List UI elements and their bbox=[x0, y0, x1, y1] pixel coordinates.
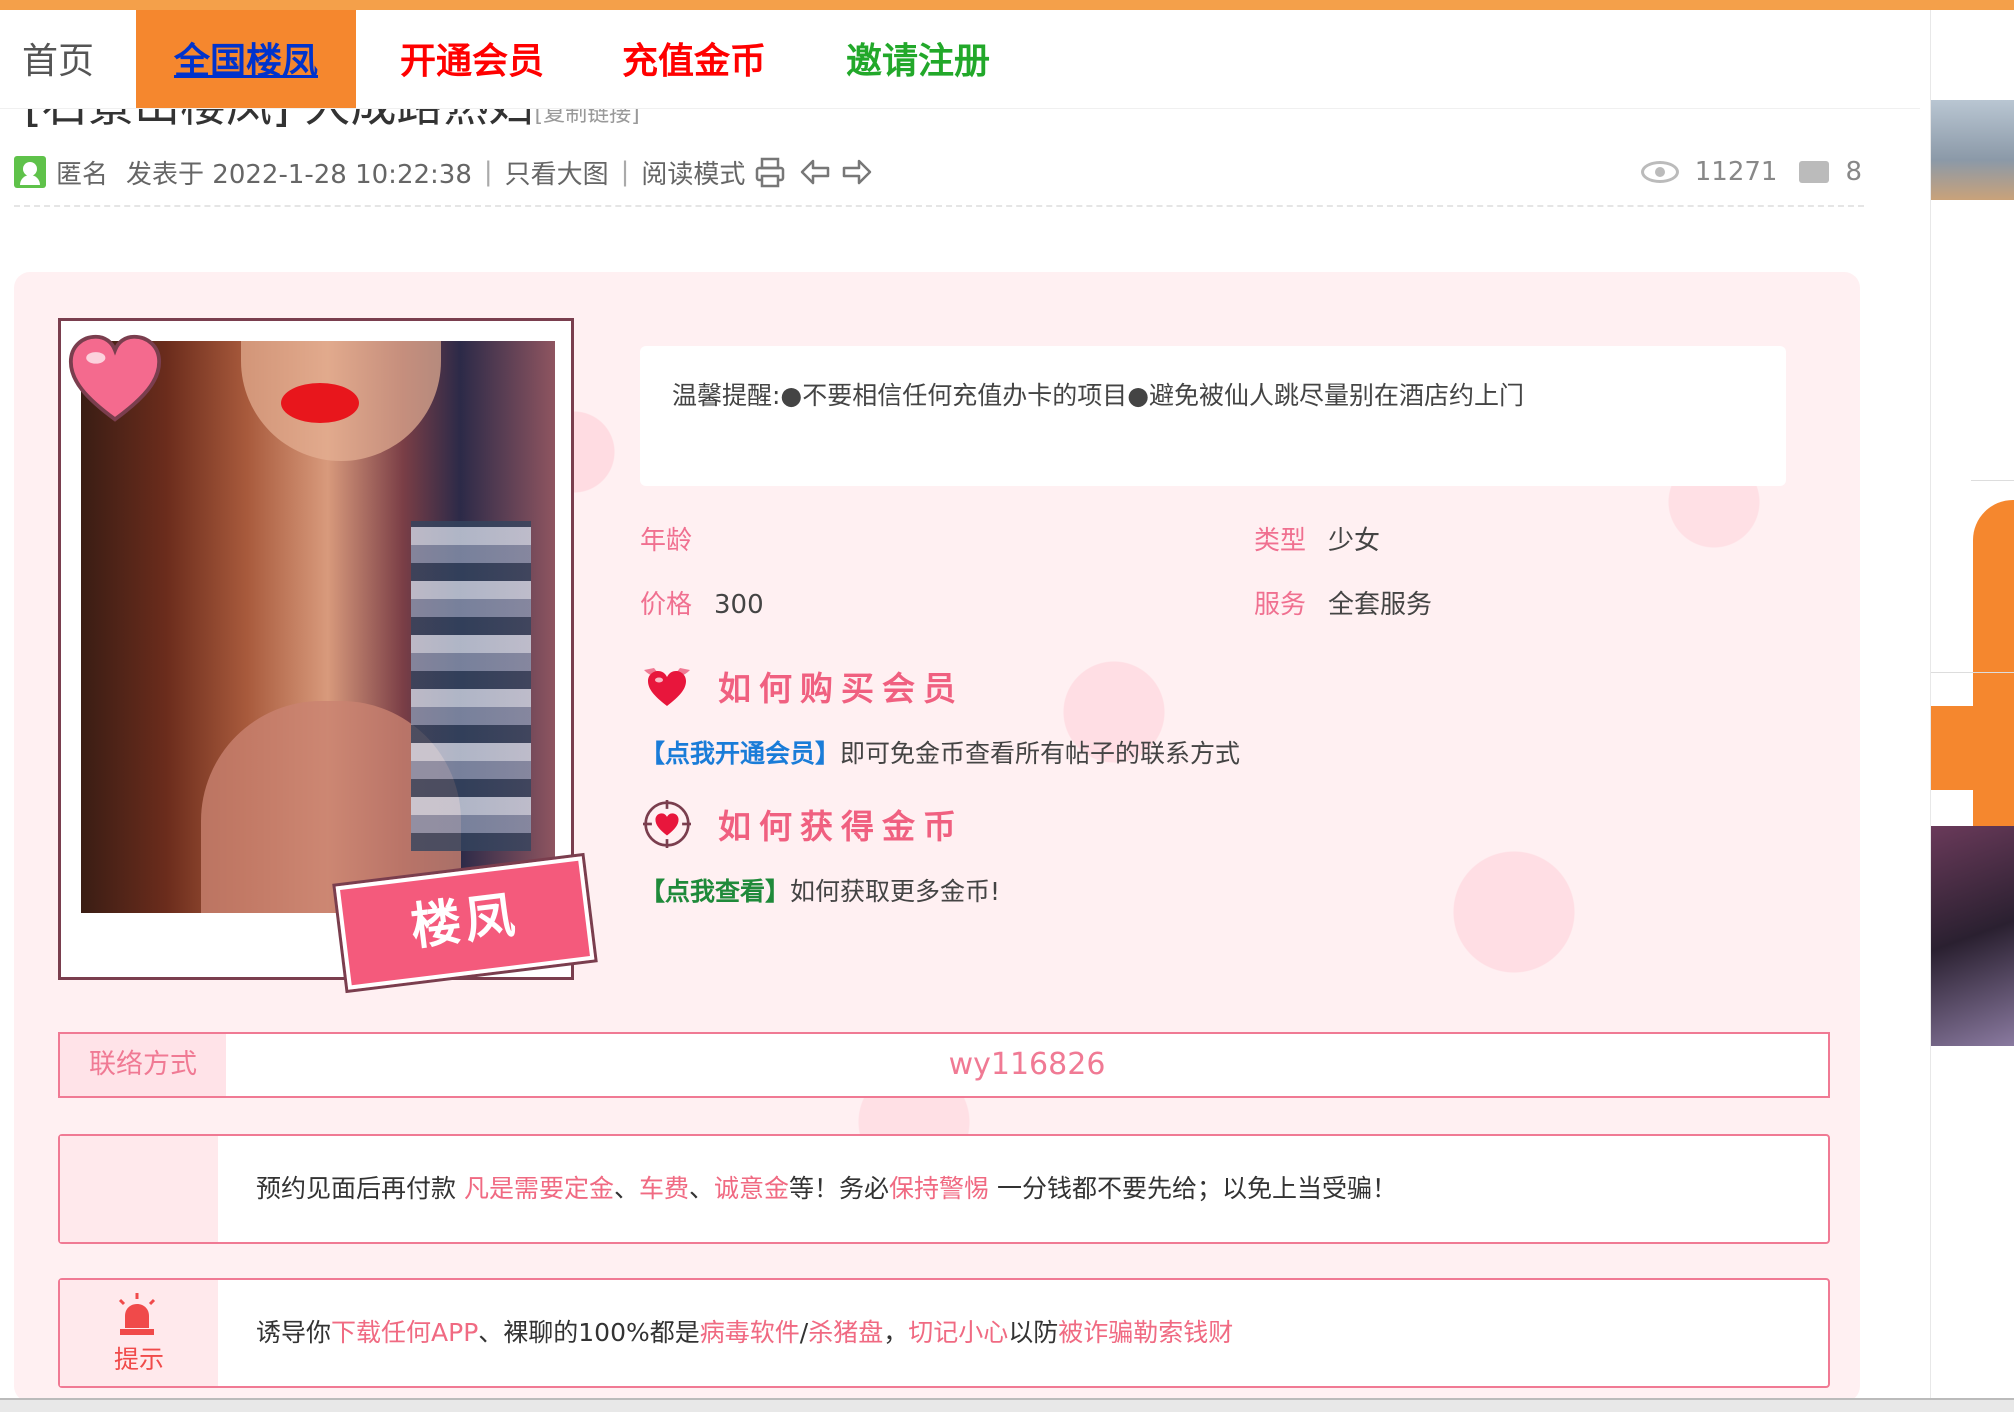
price-field: 价格 300 bbox=[640, 584, 764, 621]
avatar-icon[interactable] bbox=[14, 156, 46, 188]
warning-part: ， bbox=[883, 1318, 909, 1347]
post-content-card: 楼凤 温馨提醒:●不要相信任何充值办卡的项目●避免被仙人跳尽量别在酒店约上门 年… bbox=[14, 272, 1860, 1402]
membership-line: 【点我开通会员】即可免金币查看所有帖子的联系方式 bbox=[640, 734, 1240, 770]
notice-tag: 提示 bbox=[113, 1345, 164, 1374]
reminder-box: 温馨提醒:●不要相信任何充值办卡的项目●避免被仙人跳尽量别在酒店约上门 bbox=[640, 346, 1786, 486]
contact-value[interactable]: wy116826 bbox=[226, 1034, 1828, 1096]
price-value: 300 bbox=[714, 590, 764, 620]
warning-highlight: 杀猪盘 bbox=[808, 1318, 884, 1347]
previous-thread-icon[interactable] bbox=[799, 157, 831, 187]
warning-highlight: 保持警惕 bbox=[889, 1174, 990, 1203]
top-accent-line bbox=[0, 0, 2014, 10]
type-value: 少女 bbox=[1328, 526, 1381, 556]
age-label: 年龄 bbox=[640, 526, 693, 556]
membership-section-title: 如何购买会员 bbox=[718, 669, 964, 708]
service-value: 全套服务 bbox=[1328, 590, 1433, 620]
warning-highlight: 被诈骗勒索钱财 bbox=[1058, 1318, 1234, 1347]
replies-count: 8 bbox=[1845, 157, 1862, 187]
warning-highlight: 下载任何APP bbox=[331, 1318, 479, 1347]
age-field: 年龄 bbox=[640, 520, 714, 557]
winged-heart-icon bbox=[644, 668, 690, 706]
view-coins-link[interactable]: 【点我查看】 bbox=[640, 877, 790, 906]
sidebar-thumbnail[interactable] bbox=[1931, 826, 2014, 1046]
warning-part: 等！务必 bbox=[789, 1174, 890, 1203]
next-thread-icon[interactable] bbox=[841, 157, 873, 187]
meta-divider: | bbox=[483, 157, 493, 187]
replies-icon bbox=[1799, 161, 1830, 183]
coins-line: 【点我查看】如何获取更多金币! bbox=[640, 872, 1000, 908]
type-field: 类型 少女 bbox=[1254, 520, 1380, 557]
nav-item-recharge[interactable]: 充值金币 bbox=[622, 10, 766, 108]
notice-side-panel: 提示 bbox=[60, 1280, 218, 1386]
top-navigation: 首页 全国楼凤 开通会员 充值金币 邀请注册 bbox=[0, 10, 1920, 109]
membership-desc: 即可免金币查看所有帖子的联系方式 bbox=[840, 739, 1241, 768]
nav-item-membership[interactable]: 开通会员 bbox=[400, 10, 544, 108]
author-name[interactable]: 匿名 bbox=[56, 154, 108, 191]
contact-row: 联络方式 wy116826 bbox=[58, 1032, 1830, 1098]
profile-photo-frame: 楼凤 bbox=[58, 318, 595, 990]
scam-warning-notice: 提示 诱导你下载任何APP、裸聊的100%都是病毒软件/杀猪盘，切记小心以防被诈… bbox=[58, 1278, 1830, 1388]
meta-divider-line bbox=[14, 205, 1864, 207]
notice-side-panel bbox=[60, 1136, 218, 1242]
target-heart-icon bbox=[643, 800, 691, 848]
warning-part: / bbox=[799, 1318, 809, 1347]
views-count: 11271 bbox=[1694, 157, 1778, 187]
type-label: 类型 bbox=[1254, 526, 1307, 556]
warning-part: 、 bbox=[689, 1174, 715, 1203]
sidebar-orange-block[interactable] bbox=[1931, 706, 2014, 790]
warning-highlight: 病毒软件 bbox=[699, 1318, 800, 1347]
meta-divider: | bbox=[620, 157, 630, 187]
photo-lips bbox=[281, 383, 359, 423]
sidebar-divider bbox=[1931, 672, 2014, 673]
heart-icon bbox=[68, 334, 162, 422]
reading-mode-link[interactable]: 阅读模式 bbox=[641, 154, 745, 191]
price-label: 价格 bbox=[640, 590, 693, 620]
warning-part: 、裸聊的100%都是 bbox=[478, 1318, 700, 1347]
nav-home-link[interactable]: 首页 bbox=[22, 10, 94, 108]
scam-warning-text: 诱导你下载任何APP、裸聊的100%都是病毒软件/杀猪盘，切记小心以防被诈骗勒索… bbox=[256, 1280, 1233, 1386]
coins-desc: 如何获取更多金币! bbox=[790, 877, 1001, 906]
coins-section-title: 如何获得金币 bbox=[718, 807, 964, 846]
sidebar-thumbnail[interactable] bbox=[1931, 100, 2014, 200]
service-field: 服务 全套服务 bbox=[1254, 584, 1432, 621]
warning-part: 诱导你 bbox=[256, 1318, 332, 1347]
warning-part: 、 bbox=[613, 1174, 639, 1203]
warning-highlight: 车费 bbox=[638, 1174, 689, 1203]
payment-warning-notice: 预约见面后再付款 凡是需要定金、车费、诚意金等！务必保持警惕 一分钱都不要先给；… bbox=[58, 1134, 1830, 1244]
payment-warning-text: 预约见面后再付款 凡是需要定金、车费、诚意金等！务必保持警惕 一分钱都不要先给；… bbox=[256, 1136, 1397, 1242]
only-images-link[interactable]: 只看大图 bbox=[505, 154, 609, 191]
alarm-icon bbox=[118, 1293, 156, 1335]
post-date: 发表于 2022-1-28 10:22:38 bbox=[126, 159, 472, 190]
nav-item-invite[interactable]: 邀请注册 bbox=[846, 10, 990, 108]
views-icon bbox=[1640, 161, 1679, 183]
photo-pixelated-area bbox=[411, 521, 531, 851]
post-meta: 匿名 发表于 2022-1-28 10:22:38 | 只看大图 | 阅读模式 bbox=[14, 152, 873, 192]
open-membership-link[interactable]: 【点我开通会员】 bbox=[640, 739, 840, 768]
warning-part: 以防 bbox=[1008, 1318, 1059, 1347]
contact-label: 联络方式 bbox=[60, 1034, 226, 1096]
sidebar-divider bbox=[1971, 480, 2014, 481]
warning-part: 预约见面后再付款 bbox=[256, 1174, 464, 1203]
warning-highlight: 诚意金 bbox=[714, 1174, 790, 1203]
warning-part: 一分钱都不要先给；以免上当受骗！ bbox=[989, 1174, 1398, 1203]
reminder-text: 温馨提醒:●不要相信任何充值办卡的项目●避免被仙人跳尽量别在酒店约上门 bbox=[672, 381, 1525, 410]
service-label: 服务 bbox=[1254, 590, 1307, 620]
print-icon[interactable] bbox=[753, 155, 787, 189]
right-sidebar bbox=[1930, 10, 2014, 1400]
nav-item-national[interactable]: 全国楼凤 bbox=[136, 10, 356, 108]
post-stats: 11271 8 bbox=[1640, 152, 1862, 192]
warning-highlight: 凡是需要定金 bbox=[463, 1174, 614, 1203]
warning-highlight: 切记小心 bbox=[908, 1318, 1009, 1347]
